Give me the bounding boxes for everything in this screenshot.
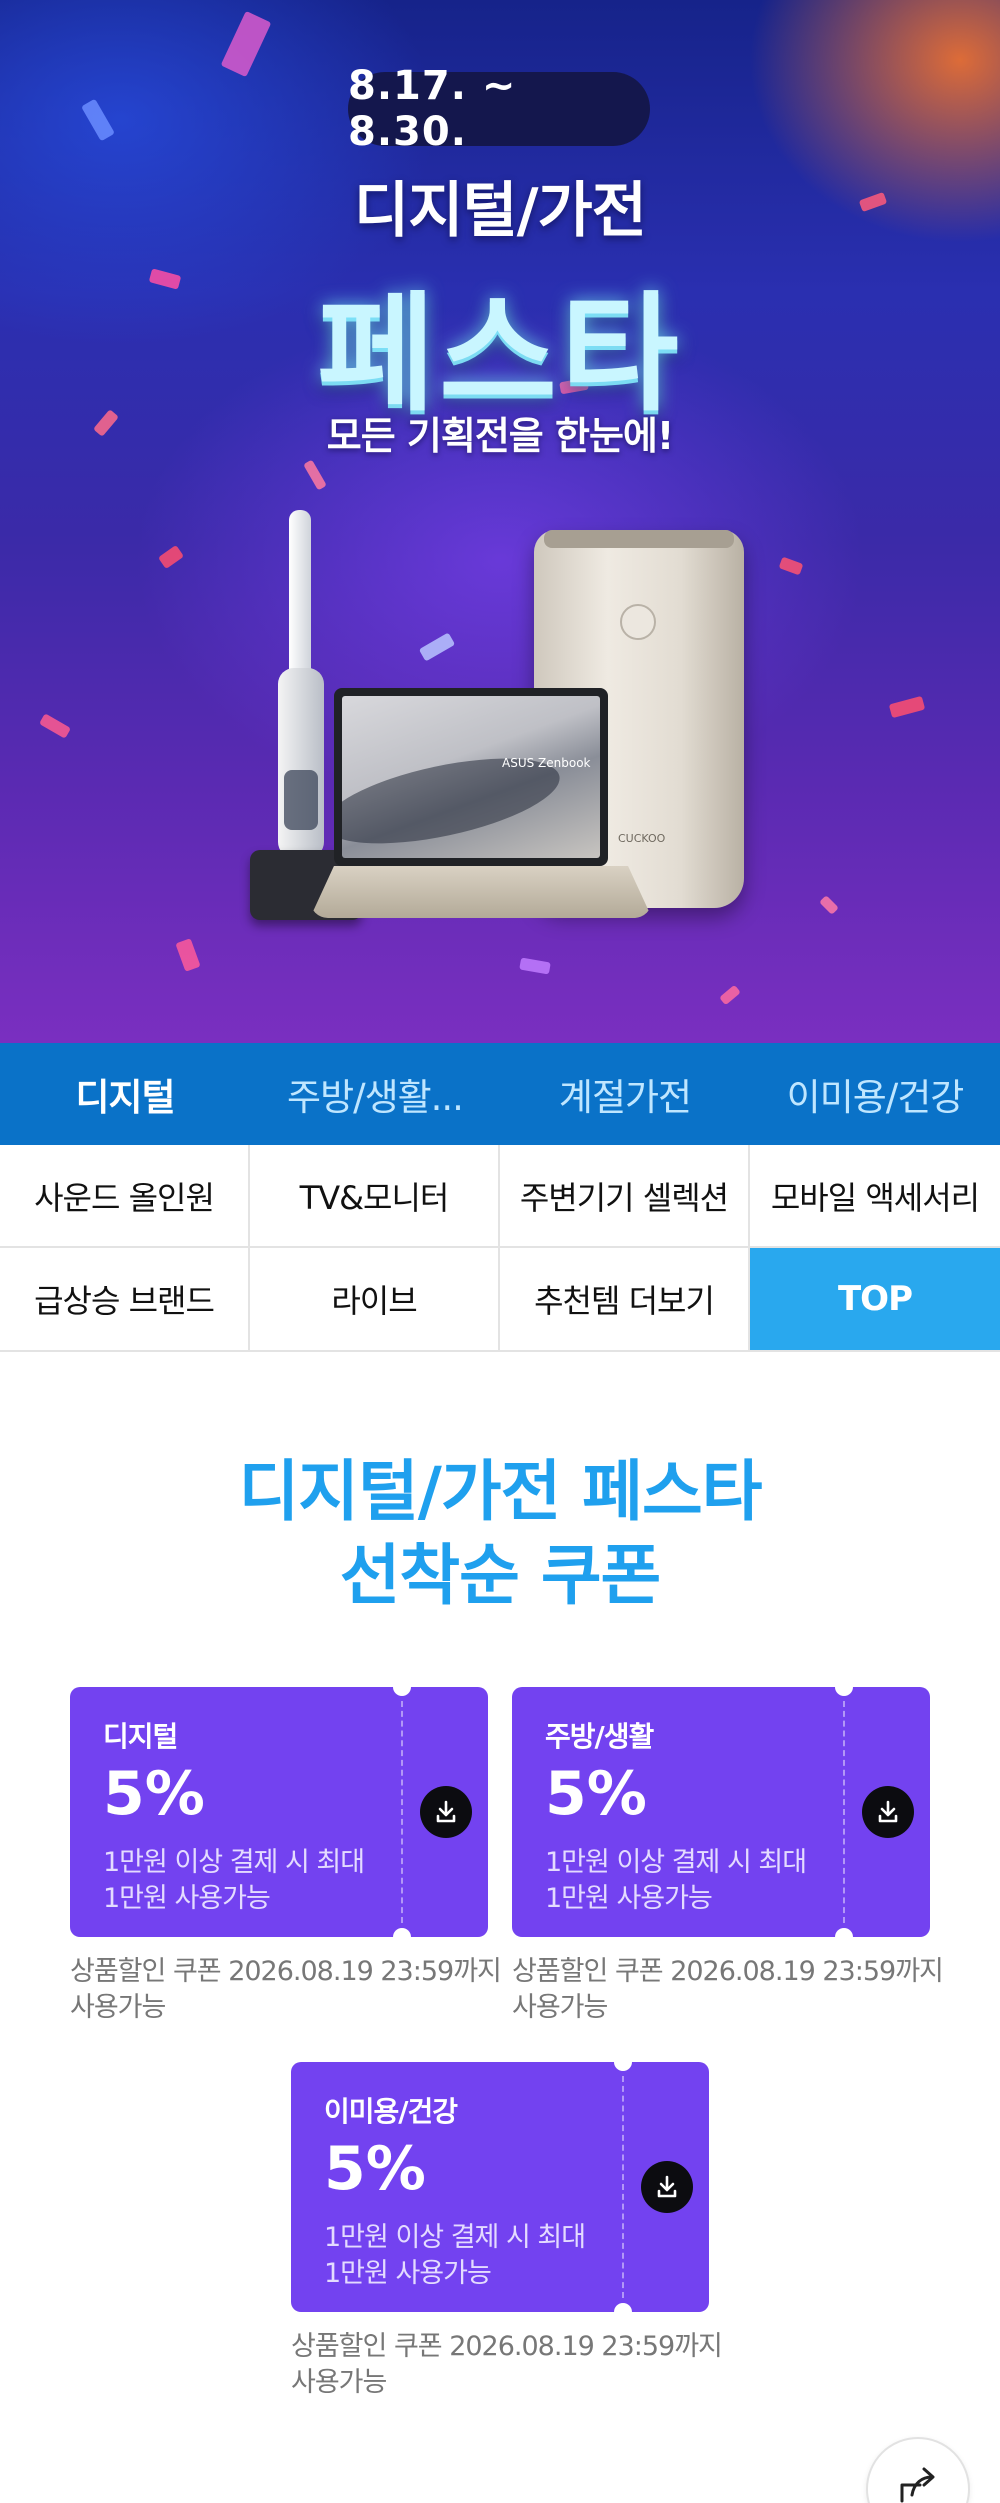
coupon-note-line: 사용가능 <box>512 1992 608 2023</box>
hero-banner: 8.17. ~ 8.30. 디지털/가전 페스타 모든 기획전을 한눈에! CU… <box>0 0 1000 1043</box>
coupon-note-line: 상품할인 쿠폰 2026.08.19 23:59까지 <box>70 1956 502 1987</box>
tab-digital[interactable]: 디지털 <box>0 1043 250 1145</box>
coupon-notch <box>393 1928 411 1946</box>
coupon-description: 1만원 이상 결제 시 최대 1만원 사용가능 <box>545 1845 807 1917</box>
confetti-decoration <box>175 938 201 972</box>
coupon-notch <box>835 1678 853 1696</box>
confetti-decoration <box>157 544 185 570</box>
coupon-desc-line: 1만원 사용가능 <box>545 1883 713 1914</box>
download-icon[interactable] <box>641 2161 693 2213</box>
share-button[interactable] <box>866 2437 970 2503</box>
coupon-notch <box>393 1678 411 1696</box>
tab-beauty-health[interactable]: 이미용/건강 <box>750 1043 1000 1145</box>
confetti-decoration <box>303 459 327 491</box>
coupon-discount: 5% <box>324 2134 426 2204</box>
coupon-name: 이미용/건강 <box>324 2095 458 2128</box>
coupon-name: 주방/생활 <box>545 1720 654 1753</box>
hero-subtitle: 모든 기획전을 한눈에! <box>326 414 674 458</box>
confetti-decoration <box>220 10 272 78</box>
subnav-live[interactable]: 라이브 <box>250 1248 500 1352</box>
confetti-decoration <box>819 895 839 915</box>
coupon-note-line: 상품할인 쿠폰 2026.08.19 23:59까지 <box>512 1956 944 1987</box>
coupon-note-line: 사용가능 <box>70 1992 166 2023</box>
coupon-title-line1: 디지털/가전 페스타 <box>238 1453 763 1530</box>
coupon-description: 1만원 이상 결제 시 최대 1만원 사용가능 <box>103 1845 365 1917</box>
coupon-description: 1만원 이상 결제 시 최대 1만원 사용가능 <box>324 2220 586 2292</box>
coupon-discount: 5% <box>103 1759 205 1829</box>
coupon-perforation <box>401 1701 403 1923</box>
download-icon[interactable] <box>420 1786 472 1838</box>
confetti-decoration <box>519 957 551 975</box>
coupon-card-digital[interactable]: 디지털 5% 1만원 이상 결제 시 최대 1만원 사용가능 <box>70 1678 488 1946</box>
subnav-mobile-accessories[interactable]: 모바일 액세서리 <box>750 1145 1000 1248</box>
category-tab-bar: 디지털 주방/생활... 계절가전 이미용/건강 <box>0 1043 1000 1145</box>
subnav-sound[interactable]: 사운드 올인원 <box>0 1145 250 1248</box>
subnav-rising-brands[interactable]: 급상승 브랜드 <box>0 1248 250 1352</box>
coupon-desc-line: 1만원 이상 결제 시 최대 <box>324 2222 586 2253</box>
coupon-note: 상품할인 쿠폰 2026.08.19 23:59까지 사용가능 <box>70 1954 510 2026</box>
coupon-perforation <box>622 2076 624 2298</box>
download-icon[interactable] <box>862 1786 914 1838</box>
date-range-badge: 8.17. ~ 8.30. <box>348 63 650 155</box>
page: 8.17. ~ 8.30. 디지털/가전 페스타 모든 기획전을 한눈에! CU… <box>0 0 1000 2503</box>
coupon-name: 디지털 <box>103 1720 178 1753</box>
subnav-peripherals[interactable]: 주변기기 셀렉션 <box>500 1145 750 1248</box>
confetti-decoration <box>888 695 926 719</box>
subnav-tv-monitor[interactable]: TV&모니터 <box>250 1145 500 1248</box>
hero-title: 디지털/가전 <box>354 176 647 246</box>
coupon-notch <box>614 2303 632 2321</box>
tab-seasonal[interactable]: 계절가전 <box>500 1043 750 1145</box>
purifier-brand-text: CUCKOO <box>618 832 666 845</box>
coupon-desc-line: 1만원 사용가능 <box>324 2258 492 2289</box>
coupon-notch <box>614 2053 632 2071</box>
coupon-desc-line: 1만원 이상 결제 시 최대 <box>103 1847 365 1878</box>
coupon-note: 상품할인 쿠폰 2026.08.19 23:59까지 사용가능 <box>512 1954 952 2026</box>
coupon-note-line: 사용가능 <box>291 2367 387 2398</box>
share-icon <box>896 2465 940 2503</box>
laptop-brand-text: ASUS Zenbook <box>502 756 591 770</box>
coupon-desc-line: 1만원 사용가능 <box>103 1883 271 1914</box>
coupon-desc-line: 1만원 이상 결제 시 최대 <box>545 1847 807 1878</box>
coupon-card-kitchen[interactable]: 주방/생활 5% 1만원 이상 결제 시 최대 1만원 사용가능 <box>512 1678 930 1946</box>
coupon-note: 상품할인 쿠폰 2026.08.19 23:59까지 사용가능 <box>291 2329 731 2401</box>
confetti-decoration <box>81 98 115 142</box>
coupon-section-title: 디지털/가전 페스타 선착순 쿠폰 <box>0 1450 1000 1618</box>
coupon-perforation <box>843 1701 845 1923</box>
subnav-recommended[interactable]: 추천템 더보기 <box>500 1248 750 1352</box>
coupon-note-line: 상품할인 쿠폰 2026.08.19 23:59까지 <box>291 2331 723 2362</box>
confetti-decoration <box>778 556 804 576</box>
coupon-title-line2: 선착순 쿠폰 <box>339 1537 662 1614</box>
tab-kitchen-living[interactable]: 주방/생활... <box>250 1043 500 1145</box>
coupon-notch <box>835 1928 853 1946</box>
confetti-decoration <box>39 713 71 739</box>
confetti-decoration <box>418 632 456 662</box>
confetti-decoration <box>719 984 741 1006</box>
sub-navigation-grid: 사운드 올인원 TV&모니터 주변기기 셀렉션 모바일 액세서리 급상승 브랜드… <box>0 1145 1000 1352</box>
scroll-top-button[interactable]: TOP <box>750 1248 1000 1352</box>
coupon-card-beauty[interactable]: 이미용/건강 5% 1만원 이상 결제 시 최대 1만원 사용가능 <box>291 2053 709 2321</box>
coupon-discount: 5% <box>545 1759 647 1829</box>
